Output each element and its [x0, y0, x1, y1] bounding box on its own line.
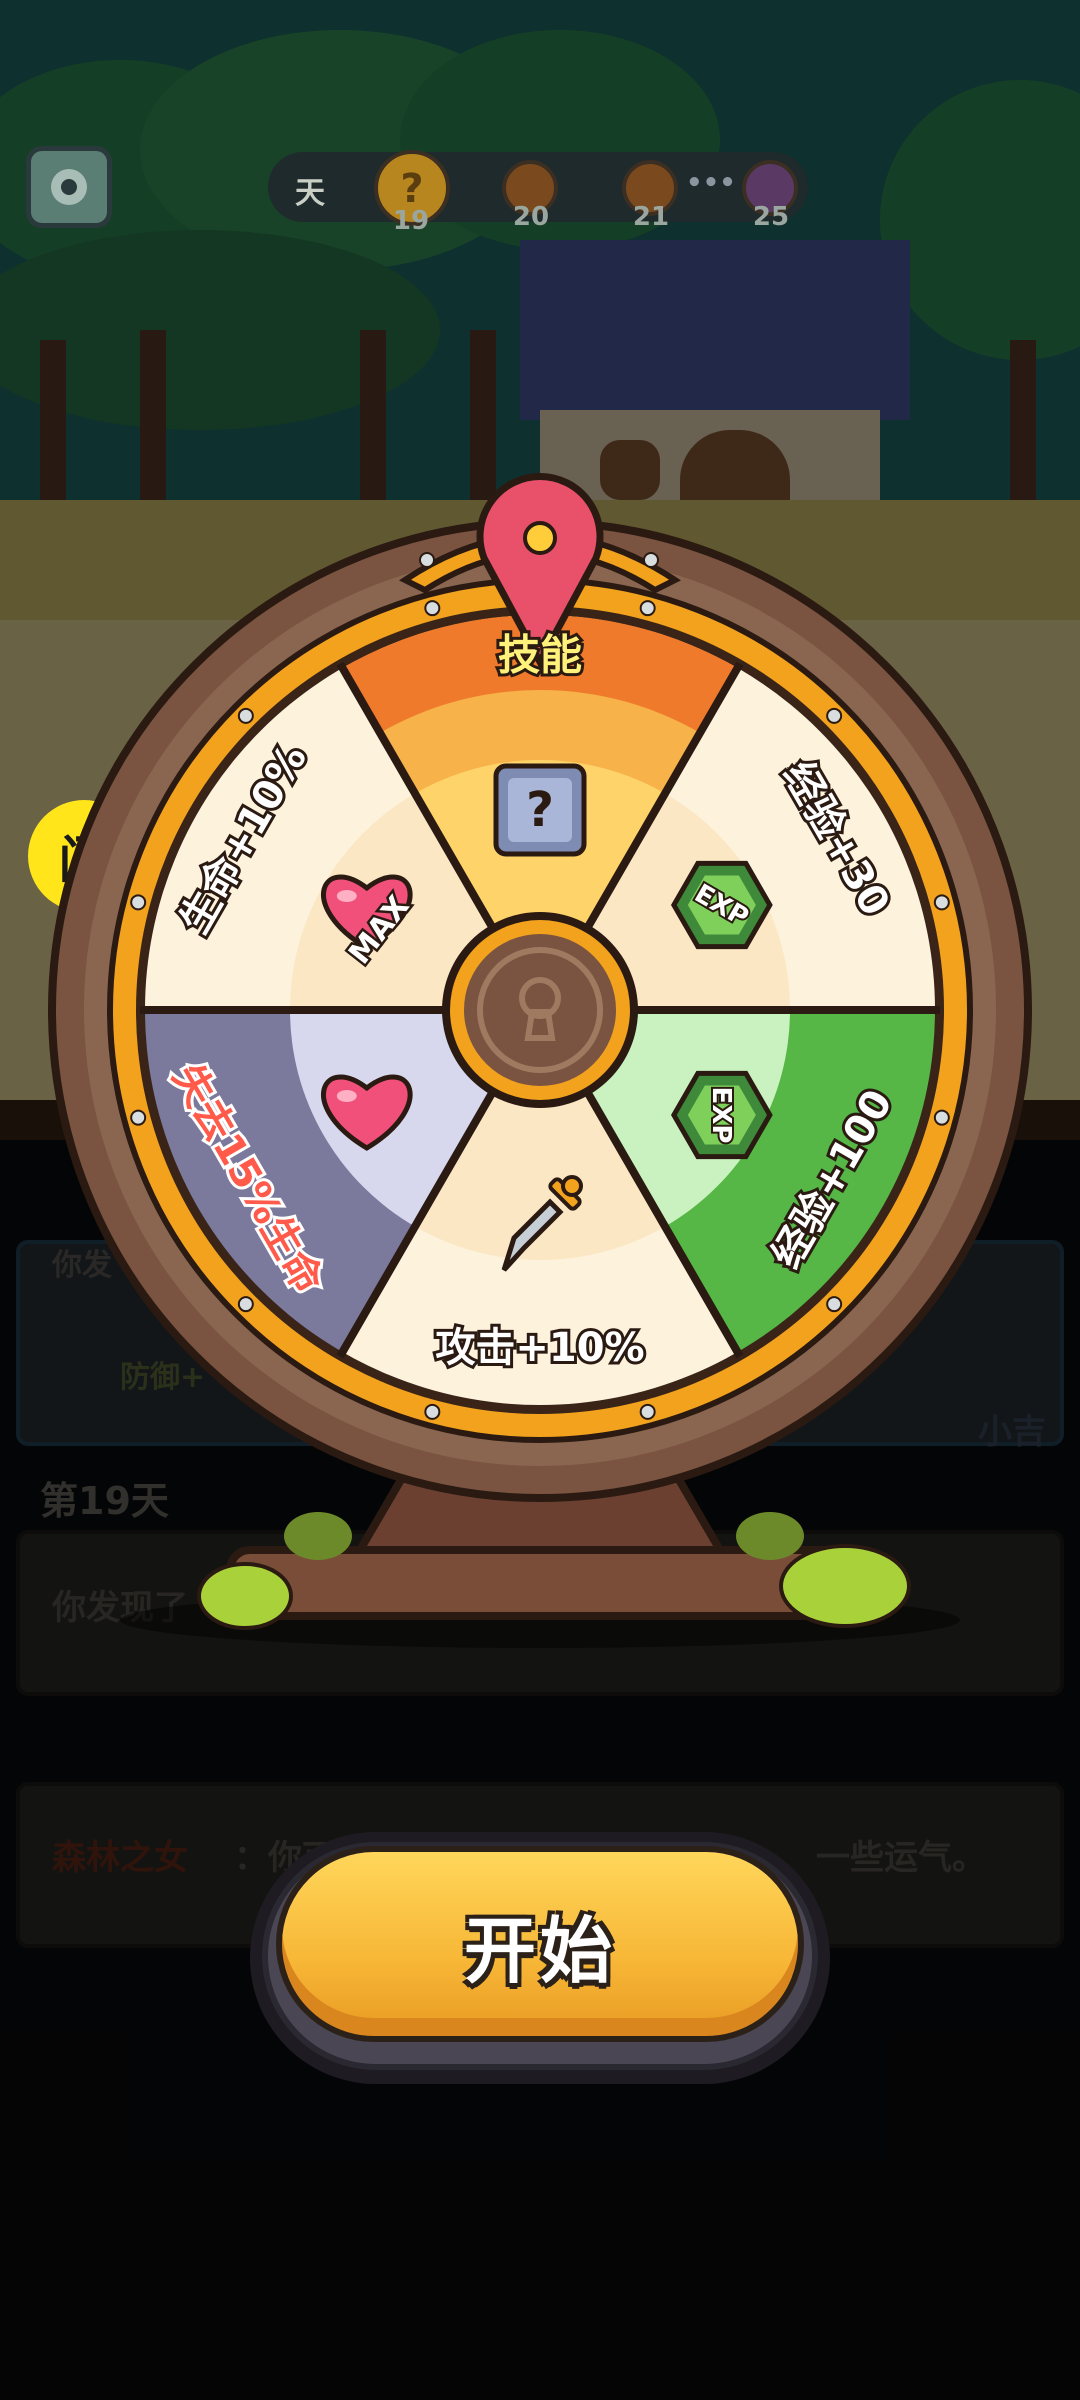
- day-node-number: 19: [392, 206, 430, 236]
- game-screen: 你发 防御+ 小吉 第19天 你发现了 森林之女 ：你可 一些运气。 天 ? 1…: [0, 0, 1080, 2400]
- mystery-box-icon: ?: [493, 763, 587, 857]
- wheel-segment-label: 技能: [498, 631, 582, 680]
- rim-stud: [130, 1109, 147, 1126]
- wheel-segment-label: 攻击+10%: [435, 1325, 644, 1371]
- start-button-label: 开始: [463, 1908, 616, 1993]
- rim-stud: [826, 707, 843, 724]
- svg-text:EXP: EXP: [706, 1087, 736, 1144]
- day-label: 天: [295, 176, 325, 211]
- rim-stud: [639, 1403, 656, 1420]
- prize-wheel: 技能经验+30经验+100攻击+10%失去15%生命生命+10% ?EXPEXPM…: [48, 473, 1032, 1648]
- day-ellipsis: •••: [686, 168, 736, 198]
- day-node-number: 21: [632, 202, 670, 232]
- start-spin-button[interactable]: 开始: [276, 1846, 804, 2042]
- rim-stud: [237, 707, 254, 724]
- rim-stud: [424, 1403, 441, 1420]
- svg-text:?: ?: [526, 782, 554, 838]
- exp-gem-icon: EXP: [670, 1070, 773, 1160]
- day-node-number: 25: [752, 202, 790, 232]
- dialogue-text-end: 一些运气。: [816, 1838, 986, 1878]
- rim-stud: [237, 1296, 254, 1313]
- rim-stud: [933, 894, 950, 911]
- gear-icon: [51, 169, 87, 205]
- rim-stud: [933, 1109, 950, 1126]
- settings-button[interactable]: [26, 146, 112, 228]
- rim-stud: [826, 1296, 843, 1313]
- exp-gem-icon: EXP: [670, 860, 773, 950]
- speaker-name: 森林之女: [52, 1838, 188, 1878]
- day-node-number: 20: [512, 202, 550, 232]
- rim-stud: [130, 894, 147, 911]
- rim-stud: [424, 600, 441, 617]
- rim-stud: [639, 600, 656, 617]
